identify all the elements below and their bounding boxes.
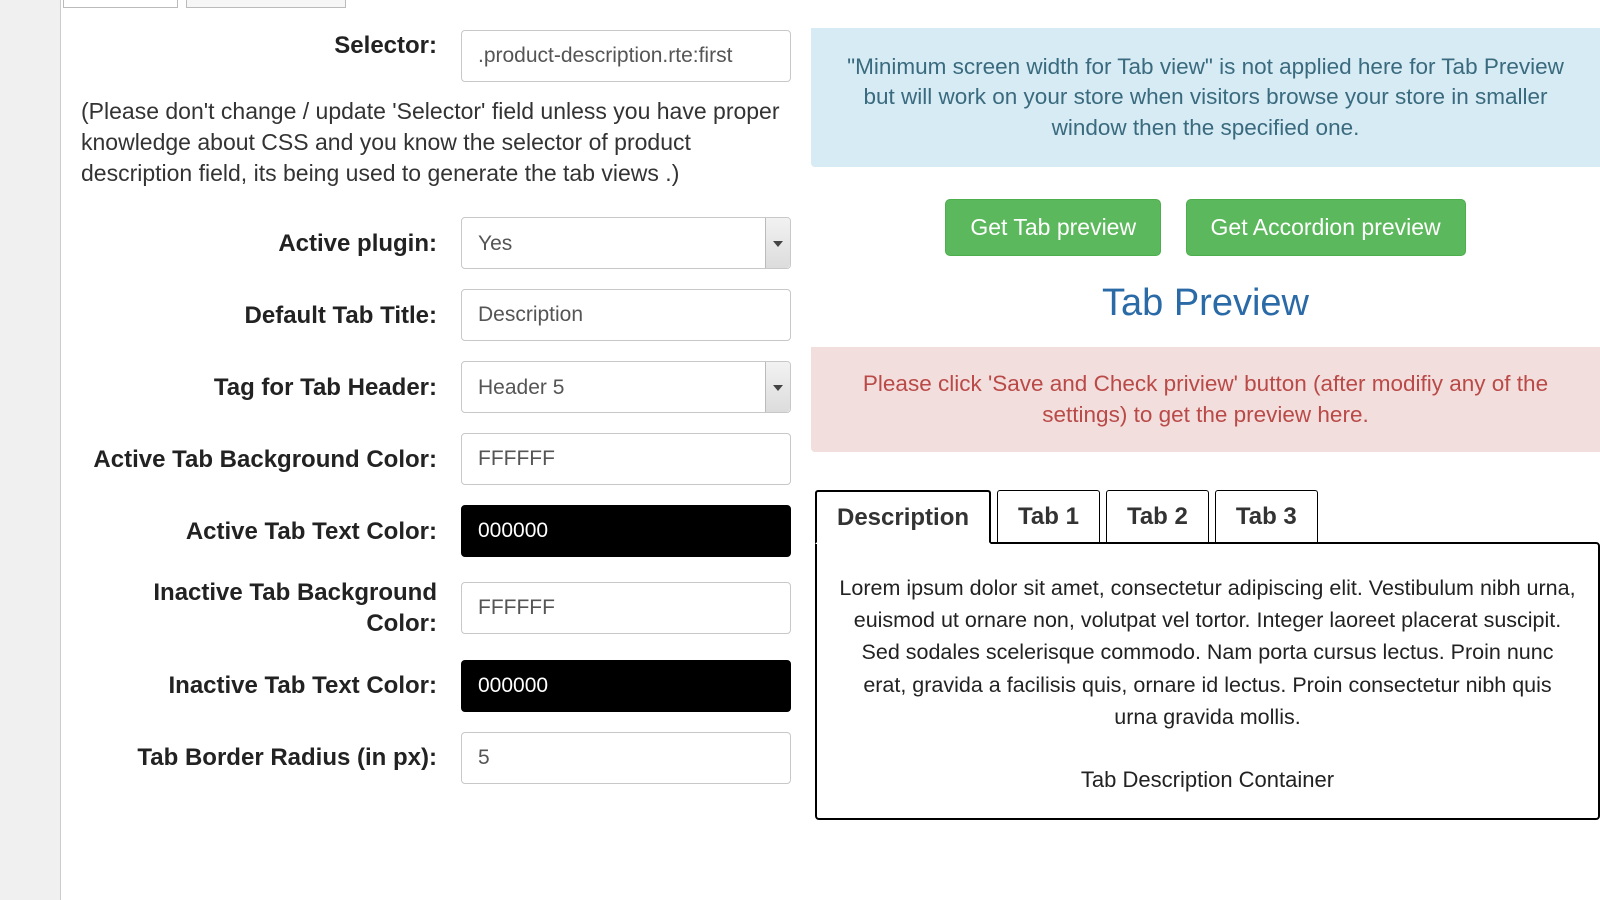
active-tab-bg-label: Active Tab Background Color: xyxy=(81,444,461,475)
preview-column: "Minimum screen width for Tab view" is n… xyxy=(801,0,1600,900)
inactive-tab-bg-input[interactable] xyxy=(461,582,791,634)
selector-help-text: (Please don't change / update 'Selector'… xyxy=(81,96,781,217)
settings-form: Selector: (Please don't change / update … xyxy=(61,0,801,900)
inactive-tab-text-label: Inactive Tab Text Color: xyxy=(81,670,461,701)
tabs-preview: Description Tab 1 Tab 2 Tab 3 Lorem ipsu… xyxy=(815,490,1600,820)
tab-border-radius-label: Tab Border Radius (in px): xyxy=(81,742,461,773)
inactive-tab-text-input[interactable] xyxy=(461,660,791,712)
top-tab-2[interactable] xyxy=(186,0,346,8)
tab-headers: Description Tab 1 Tab 2 Tab 3 xyxy=(815,490,1600,542)
active-plugin-label: Active plugin: xyxy=(81,228,461,259)
preview-tab-3[interactable]: Tab 3 xyxy=(1215,490,1318,542)
preview-tab-description[interactable]: Description xyxy=(815,490,991,544)
default-tab-title-label: Default Tab Title: xyxy=(81,300,461,331)
active-plugin-select[interactable]: Yes xyxy=(461,217,791,269)
inactive-tab-bg-label: Inactive Tab Background Color: xyxy=(81,577,461,639)
tab-border-radius-input[interactable] xyxy=(461,732,791,784)
get-accordion-preview-button[interactable]: Get Accordion preview xyxy=(1186,199,1466,256)
default-tab-title-input[interactable] xyxy=(461,289,791,341)
warning-alert: Please click 'Save and Check priview' bu… xyxy=(811,347,1600,452)
preview-tab-caption: Tab Description Container xyxy=(839,763,1576,796)
preview-tab-body: Lorem ipsum dolor sit amet, consectetur … xyxy=(815,542,1600,820)
preview-title: Tab Preview xyxy=(811,282,1600,325)
active-tab-text-label: Active Tab Text Color: xyxy=(81,516,461,547)
active-tab-text-input[interactable] xyxy=(461,505,791,557)
preview-tab-1[interactable]: Tab 1 xyxy=(997,490,1100,542)
top-tab-1[interactable] xyxy=(63,0,178,8)
active-tab-bg-input[interactable] xyxy=(461,433,791,485)
get-tab-preview-button[interactable]: Get Tab preview xyxy=(945,199,1161,256)
tag-for-tab-header-select[interactable]: Header 5 xyxy=(461,361,791,413)
preview-tab-content: Lorem ipsum dolor sit amet, consectetur … xyxy=(839,572,1576,733)
tag-for-tab-header-label: Tag for Tab Header: xyxy=(81,372,461,403)
selector-input[interactable] xyxy=(461,30,791,82)
preview-button-row: Get Tab preview Get Accordion preview xyxy=(811,199,1600,256)
top-tab-remnant xyxy=(61,0,351,8)
preview-tab-2[interactable]: Tab 2 xyxy=(1106,490,1209,542)
selector-label: Selector: xyxy=(81,30,461,61)
info-alert: "Minimum screen width for Tab view" is n… xyxy=(811,28,1600,167)
